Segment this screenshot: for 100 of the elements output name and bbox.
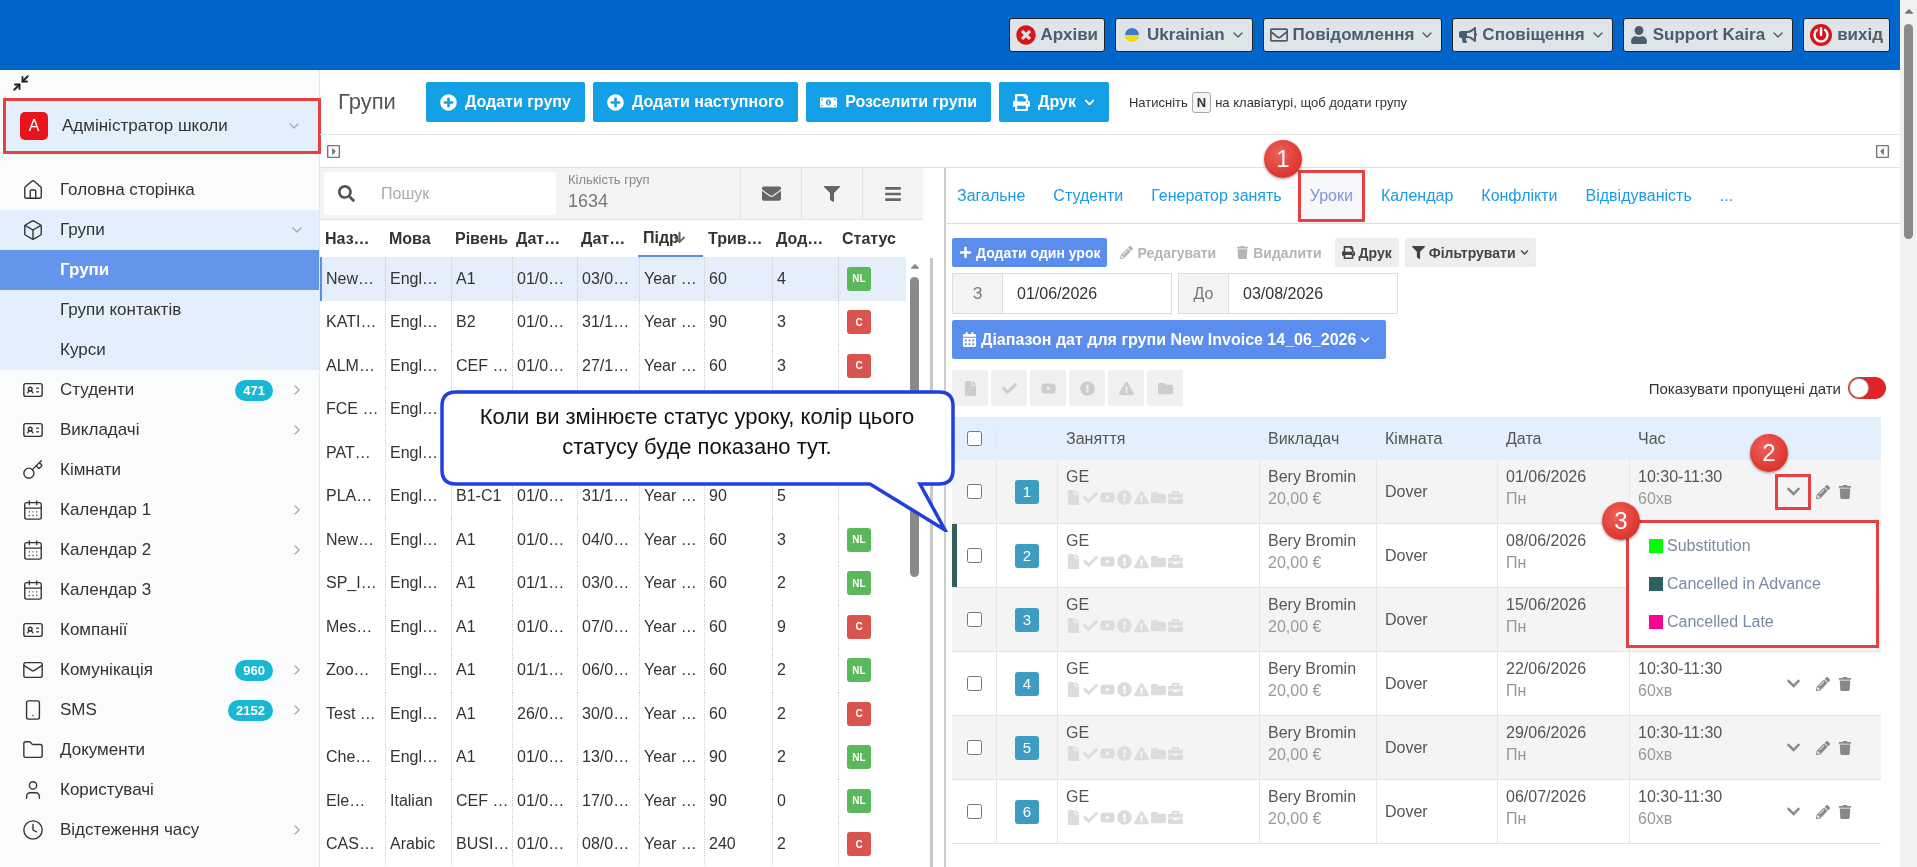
sidebar-item[interactable]: Календар 3 (0, 570, 319, 610)
checkbox[interactable] (966, 612, 982, 627)
table-cell: ALM… (322, 344, 386, 388)
check-icon (1083, 682, 1098, 697)
status-dropdown-button[interactable] (1778, 476, 1808, 507)
sidebar-item[interactable]: Документи (0, 730, 319, 770)
column-header[interactable]: Дата (1506, 429, 1542, 448)
key-icon (22, 459, 44, 481)
top-bar-button[interactable]: Архіви (1008, 18, 1106, 52)
status-badge: C (847, 310, 871, 335)
column-header[interactable]: Трив… (703, 220, 771, 257)
sidebar-item[interactable]: Групи (0, 210, 319, 250)
column-header[interactable]: Кімната (1385, 429, 1443, 448)
clock-icon (22, 819, 44, 841)
column-header[interactable]: Наз… (320, 220, 384, 257)
table-cell: 17/0… (578, 779, 640, 823)
table-cell: 60 (705, 257, 773, 301)
date-input-group[interactable]: До 03/08/2026 (1178, 273, 1398, 314)
column-header[interactable]: Заняття (1066, 429, 1126, 448)
briefcase-icon (1168, 618, 1183, 633)
sidebar-item[interactable]: Календар 2 (0, 530, 319, 570)
checkbox[interactable] (966, 548, 982, 563)
sidebar-subitem[interactable]: Курси (0, 330, 319, 370)
table-cell: Year … (640, 605, 705, 649)
expand-panel-icon[interactable] (326, 143, 341, 159)
menu-item[interactable]: Substitution (1629, 537, 1876, 555)
account-selector[interactable]: A Адміністратор школи (3, 98, 321, 154)
date-input-group[interactable]: З 01/06/2026 (952, 273, 1172, 314)
checkbox[interactable] (966, 804, 982, 819)
top-bar-button[interactable]: Повідомлення (1262, 18, 1443, 52)
top-bar-button[interactable]: вихід (1803, 18, 1890, 52)
column-header[interactable]: Дод… (771, 220, 837, 257)
menu-item[interactable]: Cancelled in Advance (1629, 575, 1876, 593)
sidebar-item[interactable]: Календар 1 (0, 490, 319, 530)
table-cell: A1 (452, 257, 513, 301)
edit-icon[interactable] (1816, 804, 1830, 819)
sidebar-item[interactable]: Комунікація 960 (0, 650, 319, 690)
sidebar-item[interactable]: Студенти 471 (0, 370, 319, 410)
column-header[interactable]: Дат… (576, 220, 638, 257)
envelope-icon (22, 659, 44, 681)
delete-icon[interactable] (1838, 676, 1852, 691)
room-name: Dover (1385, 802, 1428, 821)
filter-icon (1411, 246, 1425, 259)
top-bar-button[interactable]: Сповіщення (1452, 18, 1613, 52)
edit-icon[interactable] (1816, 484, 1830, 499)
folder-icon (1157, 380, 1173, 396)
toolbar-button[interactable]: Фільтрувати (1404, 238, 1536, 267)
briefcase-icon (1168, 682, 1183, 697)
megaphone-icon (1459, 26, 1478, 44)
lesson-number: 5 (1015, 735, 1039, 760)
lesson-price: 20,00 € (1268, 746, 1323, 764)
column-header[interactable]: Рівень (450, 220, 511, 257)
sidebar-item[interactable]: Компанії (0, 610, 319, 650)
table-cell: 03/0… (578, 257, 640, 301)
sidebar-item[interactable]: Користувачі (0, 770, 319, 810)
column-header[interactable]: Час (1638, 429, 1666, 448)
scrollbar[interactable] (1900, 0, 1917, 867)
checkbox[interactable] (966, 676, 982, 691)
menu-item-label: Substitution (1667, 537, 1751, 555)
edit-icon[interactable] (1816, 740, 1830, 755)
calendar-icon (22, 499, 44, 521)
collapse-icon[interactable] (12, 74, 30, 92)
toolbar-button[interactable]: Друк (1334, 238, 1399, 267)
sidebar-item[interactable]: SMS 2152 (0, 690, 319, 730)
play-icon (1100, 682, 1115, 697)
search-box[interactable]: Пошук (324, 172, 556, 215)
edit-icon[interactable] (1816, 676, 1830, 691)
sidebar-item[interactable]: Викладачі (0, 410, 319, 450)
column-header[interactable]: Мова (384, 220, 450, 257)
sidebar-subitem[interactable]: Групи контактів (0, 290, 319, 330)
top-bar-button[interactable]: Ukrainian (1115, 18, 1253, 52)
checkbox[interactable] (966, 740, 982, 755)
exclamation-icon (1117, 682, 1132, 697)
menu-item[interactable]: Cancelled Late (1629, 613, 1876, 631)
filter-icon (824, 185, 840, 202)
calendar-icon (962, 332, 977, 347)
table-cell: A1 (452, 605, 513, 649)
lesson-duration: 60хв (1638, 810, 1674, 828)
delete-icon[interactable] (1838, 804, 1852, 819)
toggle-switch[interactable] (1848, 377, 1886, 399)
delete-icon[interactable] (1838, 740, 1852, 755)
search-field[interactable]: Пошук (379, 183, 529, 204)
checkbox[interactable] (966, 431, 982, 446)
lesson-date: 29/06/2026 (1506, 724, 1588, 742)
column-header[interactable]: Викладач (1268, 429, 1340, 448)
table-cell: Engl… (386, 605, 452, 649)
sidebar-item[interactable]: Головна сторінка (0, 170, 319, 210)
table-cell: 2 (773, 692, 839, 736)
briefcase-icon (1168, 490, 1183, 505)
delete-icon[interactable] (1838, 484, 1852, 499)
checkbox[interactable] (966, 484, 982, 499)
sidebar-item[interactable]: Кімнати (0, 450, 319, 490)
box-icon (22, 219, 44, 241)
top-bar-button[interactable]: Support Kaira (1622, 18, 1794, 52)
scrollbar-thumb[interactable] (1904, 24, 1913, 239)
column-header[interactable]: Дат… (511, 220, 576, 257)
column-header[interactable]: Статус (837, 220, 896, 257)
collapse-panel-icon[interactable] (1875, 143, 1890, 159)
sidebar-item[interactable]: Відстеження часу (0, 810, 319, 850)
close-icon (1015, 25, 1036, 45)
